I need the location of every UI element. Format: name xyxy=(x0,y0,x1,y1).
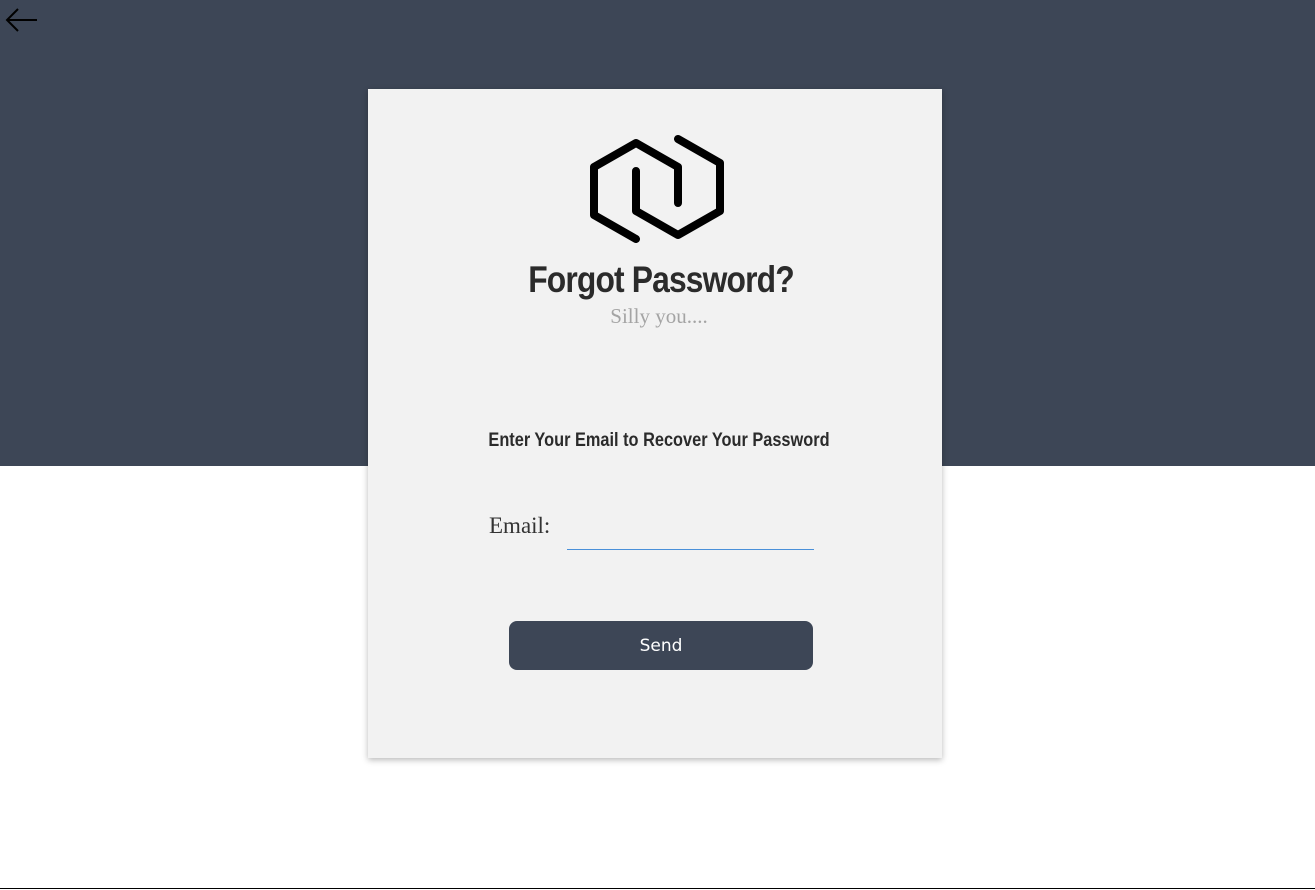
email-label: Email: xyxy=(489,513,551,538)
forgot-password-card: Forgot Password? Silly you.... Enter You… xyxy=(368,89,942,758)
page-title: Forgot Password? xyxy=(528,259,794,300)
instruction-text: Enter Your Email to Recover Your Passwor… xyxy=(488,430,830,451)
back-button[interactable] xyxy=(4,6,40,34)
logo-icon xyxy=(590,135,724,243)
bottom-divider xyxy=(0,888,1315,889)
send-button[interactable]: Send xyxy=(509,621,813,670)
arrow-left-icon xyxy=(5,8,37,32)
email-input[interactable] xyxy=(567,517,814,550)
page-subtitle: Silly you.... xyxy=(610,304,708,328)
